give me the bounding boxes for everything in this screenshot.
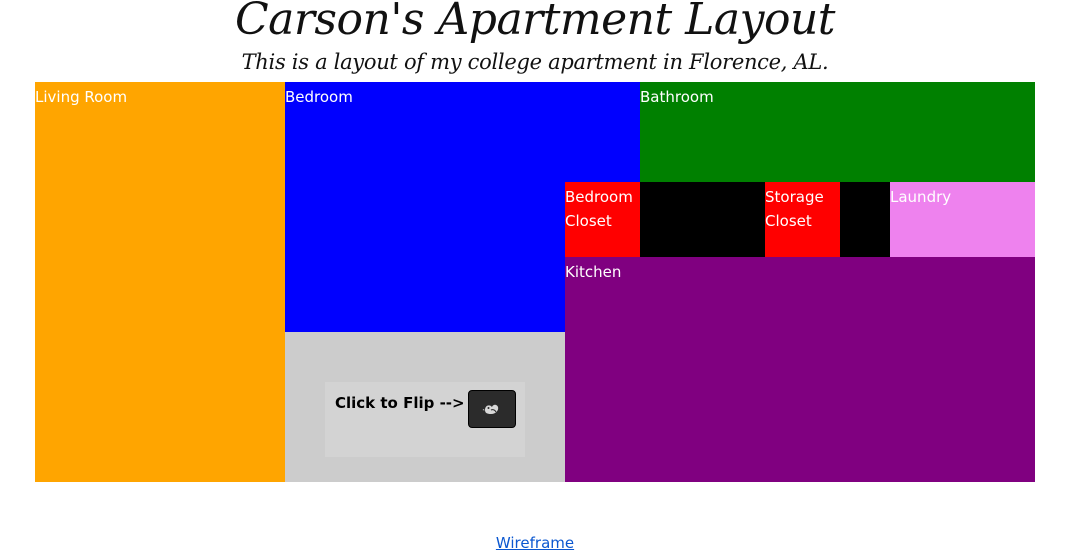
bird-icon [482, 404, 499, 414]
page-title: Carson's Apartment Layout [235, 0, 835, 45]
flip-label: Click to Flip --> [335, 394, 465, 412]
room-living-room: Living Room [35, 82, 285, 482]
room-bedroom-closet: Bedroom Closet [565, 182, 640, 257]
room-label-bathroom: Bathroom [640, 88, 714, 106]
flip-card: Click to Flip --> [325, 382, 525, 457]
footer: Wireframe [0, 532, 1070, 554]
wall-block [840, 182, 890, 257]
room-bathroom: Bathroom [640, 82, 1035, 182]
room-label-bedroom: Bedroom [285, 88, 353, 106]
room-bedroom: Bedroom [285, 82, 565, 332]
flip-button[interactable] [468, 390, 516, 428]
room-label-storage-closet: Storage Closet [765, 188, 824, 230]
room-label-laundry: Laundry [890, 188, 952, 206]
room-bedroom-extension [565, 82, 640, 182]
room-laundry: Laundry [890, 182, 1035, 257]
wall-block [640, 182, 765, 257]
room-label-bedroom-closet: Bedroom Closet [565, 188, 633, 230]
room-kitchen: Kitchen [565, 257, 1035, 482]
page-subtitle: This is a layout of my college apartment… [241, 50, 829, 74]
wireframe-link[interactable]: Wireframe [496, 534, 574, 552]
room-storage-closet: Storage Closet [765, 182, 840, 257]
room-label-kitchen: Kitchen [565, 263, 622, 281]
flip-area: Click to Flip --> [285, 332, 565, 482]
room-label-living-room: Living Room [35, 88, 128, 106]
